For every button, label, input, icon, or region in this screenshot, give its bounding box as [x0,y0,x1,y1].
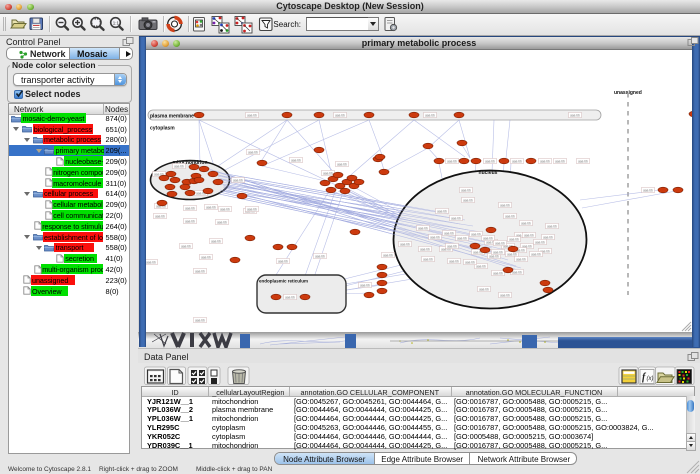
svg-text:aaa bb: aaa bb [285,296,295,300]
svg-text:aaa bb: aaa bb [524,234,534,238]
svg-text:aaa bb: aaa bb [248,151,258,155]
svg-text:aaa bb: aaa bb [278,260,288,264]
svg-text:aaa bb: aaa bb [500,204,510,208]
svg-text:aaa bb: aaa bb [211,240,221,244]
svg-text:aaa bb: aaa bb [430,236,440,240]
svg-text:aaa bb: aaa bb [451,217,461,221]
svg-text:aaa bb: aaa bb [201,256,211,260]
svg-text:aaa bb: aaa bb [507,253,517,257]
svg-text:aaa bb: aaa bb [516,258,526,262]
svg-text:aaa bb: aaa bb [360,284,370,288]
svg-text:aaa bb: aaa bb [335,114,345,118]
svg-text:aaa bb: aaa bb [418,227,428,231]
svg-text:aaa bb: aaa bb [420,248,430,252]
svg-text:aaa bb: aaa bb [543,236,553,240]
svg-text:plasma membrane: plasma membrane [150,114,194,120]
svg-text:aaa bb: aaa bb [185,220,195,224]
svg-text:aaa bb: aaa bb [547,225,557,229]
svg-text:aaa bb: aaa bb [400,243,410,247]
svg-text:aaa bb: aaa bb [505,215,515,219]
svg-text:aaa bb: aaa bb [495,242,505,246]
svg-text:aaa bb: aaa bb [217,221,227,225]
svg-text:aaa bb: aaa bb [146,261,156,265]
svg-text:aaa bb: aaa bb [195,270,205,274]
svg-text:aaa bb: aaa bb [500,294,510,298]
svg-text:aaa bb: aaa bb [643,189,653,193]
svg-text:endoplasmic reticulum: endoplasmic reticulum [259,279,308,284]
svg-text:cytoplasm: cytoplasm [150,126,175,132]
svg-text:aaa bb: aaa bb [531,253,541,257]
svg-text:aaa bb: aaa bb [383,254,393,258]
svg-text:aaa bb: aaa bb [457,237,467,241]
svg-text:aaa bb: aaa bb [485,160,495,164]
svg-text:aaa bb: aaa bb [185,207,195,211]
svg-text:aaa bb: aaa bb [463,199,473,203]
svg-text:aaa bb: aaa bb [315,255,325,259]
svg-text:aaa bb: aaa bb [483,237,493,241]
svg-text:1:1: 1:1 [113,21,120,26]
svg-text:aaa bb: aaa bb [155,215,165,219]
svg-text:aaa bb: aaa bb [578,160,588,164]
svg-text:aaa bb: aaa bb [195,319,205,323]
svg-text:aaa bb: aaa bb [247,208,257,212]
svg-text:(x): (x) [647,376,654,382]
svg-text:aaa bb: aaa bb [437,210,447,214]
svg-text:aaa bb: aaa bb [489,255,499,259]
svg-text:aaa bb: aaa bb [447,160,457,164]
svg-text:aaa bb: aaa bb [181,245,191,249]
svg-text:aaa bb: aaa bb [447,245,457,249]
svg-text:aaa bb: aaa bb [476,265,486,269]
svg-text:aaa bb: aaa bb [479,288,489,292]
svg-text:aaa bb: aaa bb [493,251,503,255]
svg-text:aaa bb: aaa bb [461,189,471,193]
svg-text:aaa bb: aaa bb [512,271,522,275]
svg-text:nucleus: nucleus [479,170,498,176]
svg-text:aaa bb: aaa bb [247,114,257,118]
svg-text:aaa bb: aaa bb [337,163,347,167]
svg-text:aaa bb: aaa bb [509,238,519,242]
svg-text:aaa bb: aaa bb [206,206,216,210]
svg-text:aaa bb: aaa bb [535,241,545,245]
svg-text:aaa bb: aaa bb [512,160,522,164]
svg-text:aaa bb: aaa bb [555,160,565,164]
svg-text:aaa bb: aaa bb [570,114,580,118]
svg-text:aaa bb: aaa bb [444,232,454,236]
svg-text:aaa bb: aaa bb [423,258,433,262]
svg-text:aaa bb: aaa bb [493,272,503,276]
svg-text:aaa bb: aaa bb [471,233,481,237]
svg-text:aaa bb: aaa bb [465,261,475,265]
svg-text:aaa bb: aaa bb [540,160,550,164]
svg-text:aaa bb: aaa bb [220,208,230,212]
svg-text:aaa bb: aaa bb [174,165,184,169]
svg-text:aaa bb: aaa bb [291,159,301,163]
svg-text:aaa bb: aaa bb [521,222,531,226]
svg-text:aaa bb: aaa bb [449,260,459,264]
svg-text:aaa bb: aaa bb [425,114,435,118]
svg-text:aaa bb: aaa bb [323,172,333,176]
svg-text:aaa bb: aaa bb [233,179,243,183]
